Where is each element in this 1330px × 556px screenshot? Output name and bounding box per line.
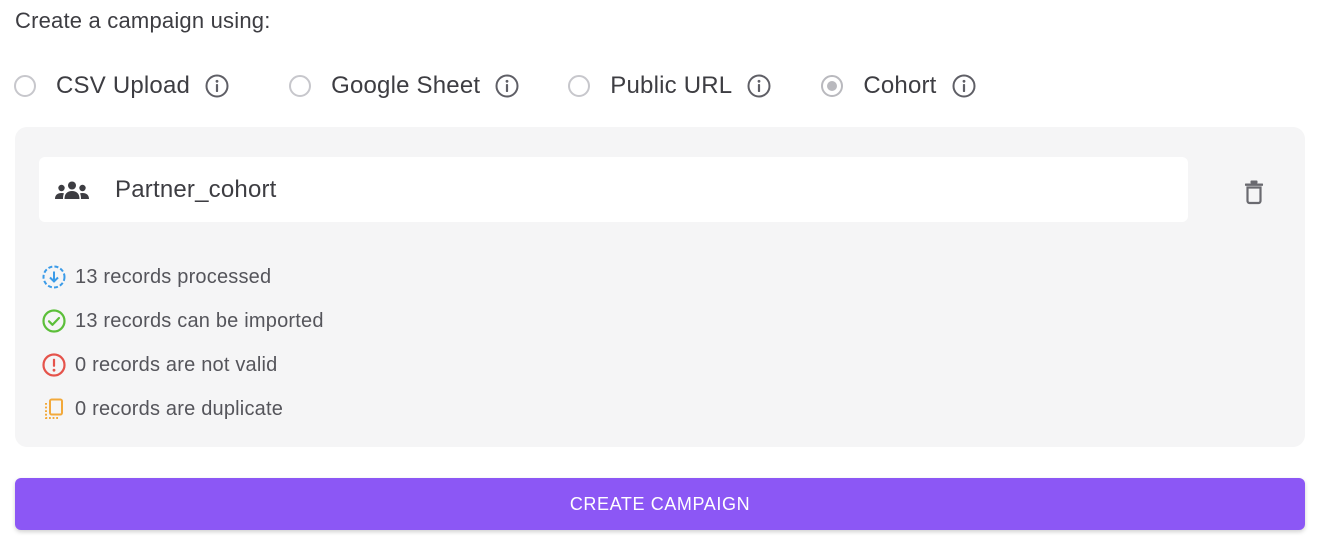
radio-selected-dot xyxy=(827,81,838,91)
radio-button-csv-upload[interactable] xyxy=(14,75,36,97)
radio-label-public-url: Public URL xyxy=(610,72,733,99)
cohort-panel: Partner_cohort 13 records processed 13 r… xyxy=(15,127,1305,447)
stat-text: 0 records are not valid xyxy=(75,353,278,376)
alert-circle-icon xyxy=(41,352,67,378)
stat-text: 13 records processed xyxy=(75,265,272,288)
radio-option-cohort[interactable]: Cohort xyxy=(821,72,976,100)
radio-button-google-sheet[interactable] xyxy=(289,75,312,97)
stat-processed: 13 records processed xyxy=(41,255,324,299)
radio-option-csv-upload[interactable]: CSV Upload xyxy=(14,72,230,100)
source-radio-group: CSV Upload Google Sheet Public URL Cohor… xyxy=(14,70,977,102)
selected-cohort-field[interactable]: Partner_cohort xyxy=(39,157,1188,222)
stat-importable: 13 records can be imported xyxy=(41,299,324,343)
import-stats: 13 records processed 13 records can be i… xyxy=(41,255,324,431)
stat-invalid: 0 records are not valid xyxy=(41,343,324,387)
radio-label-cohort: Cohort xyxy=(863,72,937,99)
info-icon[interactable] xyxy=(746,73,772,99)
stat-text: 13 records can be imported xyxy=(75,309,324,332)
info-icon[interactable] xyxy=(204,73,230,99)
download-circle-icon xyxy=(41,264,67,290)
check-circle-icon xyxy=(41,308,67,334)
radio-label-google-sheet: Google Sheet xyxy=(331,72,481,99)
radio-option-public-url[interactable]: Public URL xyxy=(568,72,772,100)
radio-label-csv-upload: CSV Upload xyxy=(56,72,191,99)
stat-duplicate: 0 records are duplicate xyxy=(41,387,324,431)
stat-text: 0 records are duplicate xyxy=(75,397,284,420)
info-icon[interactable] xyxy=(951,73,977,99)
info-icon[interactable] xyxy=(494,73,520,99)
radio-button-public-url[interactable] xyxy=(568,75,591,97)
radio-option-google-sheet[interactable]: Google Sheet xyxy=(289,72,520,100)
page-heading: Create a campaign using: xyxy=(15,8,271,33)
delete-cohort-button[interactable] xyxy=(1237,175,1271,209)
create-campaign-button[interactable]: CREATE CAMPAIGN xyxy=(15,478,1305,530)
copy-icon xyxy=(41,396,67,422)
radio-button-cohort[interactable] xyxy=(821,75,844,97)
trash-icon xyxy=(1245,180,1263,205)
group-icon xyxy=(53,178,91,202)
cohort-name: Partner_cohort xyxy=(115,175,277,203)
